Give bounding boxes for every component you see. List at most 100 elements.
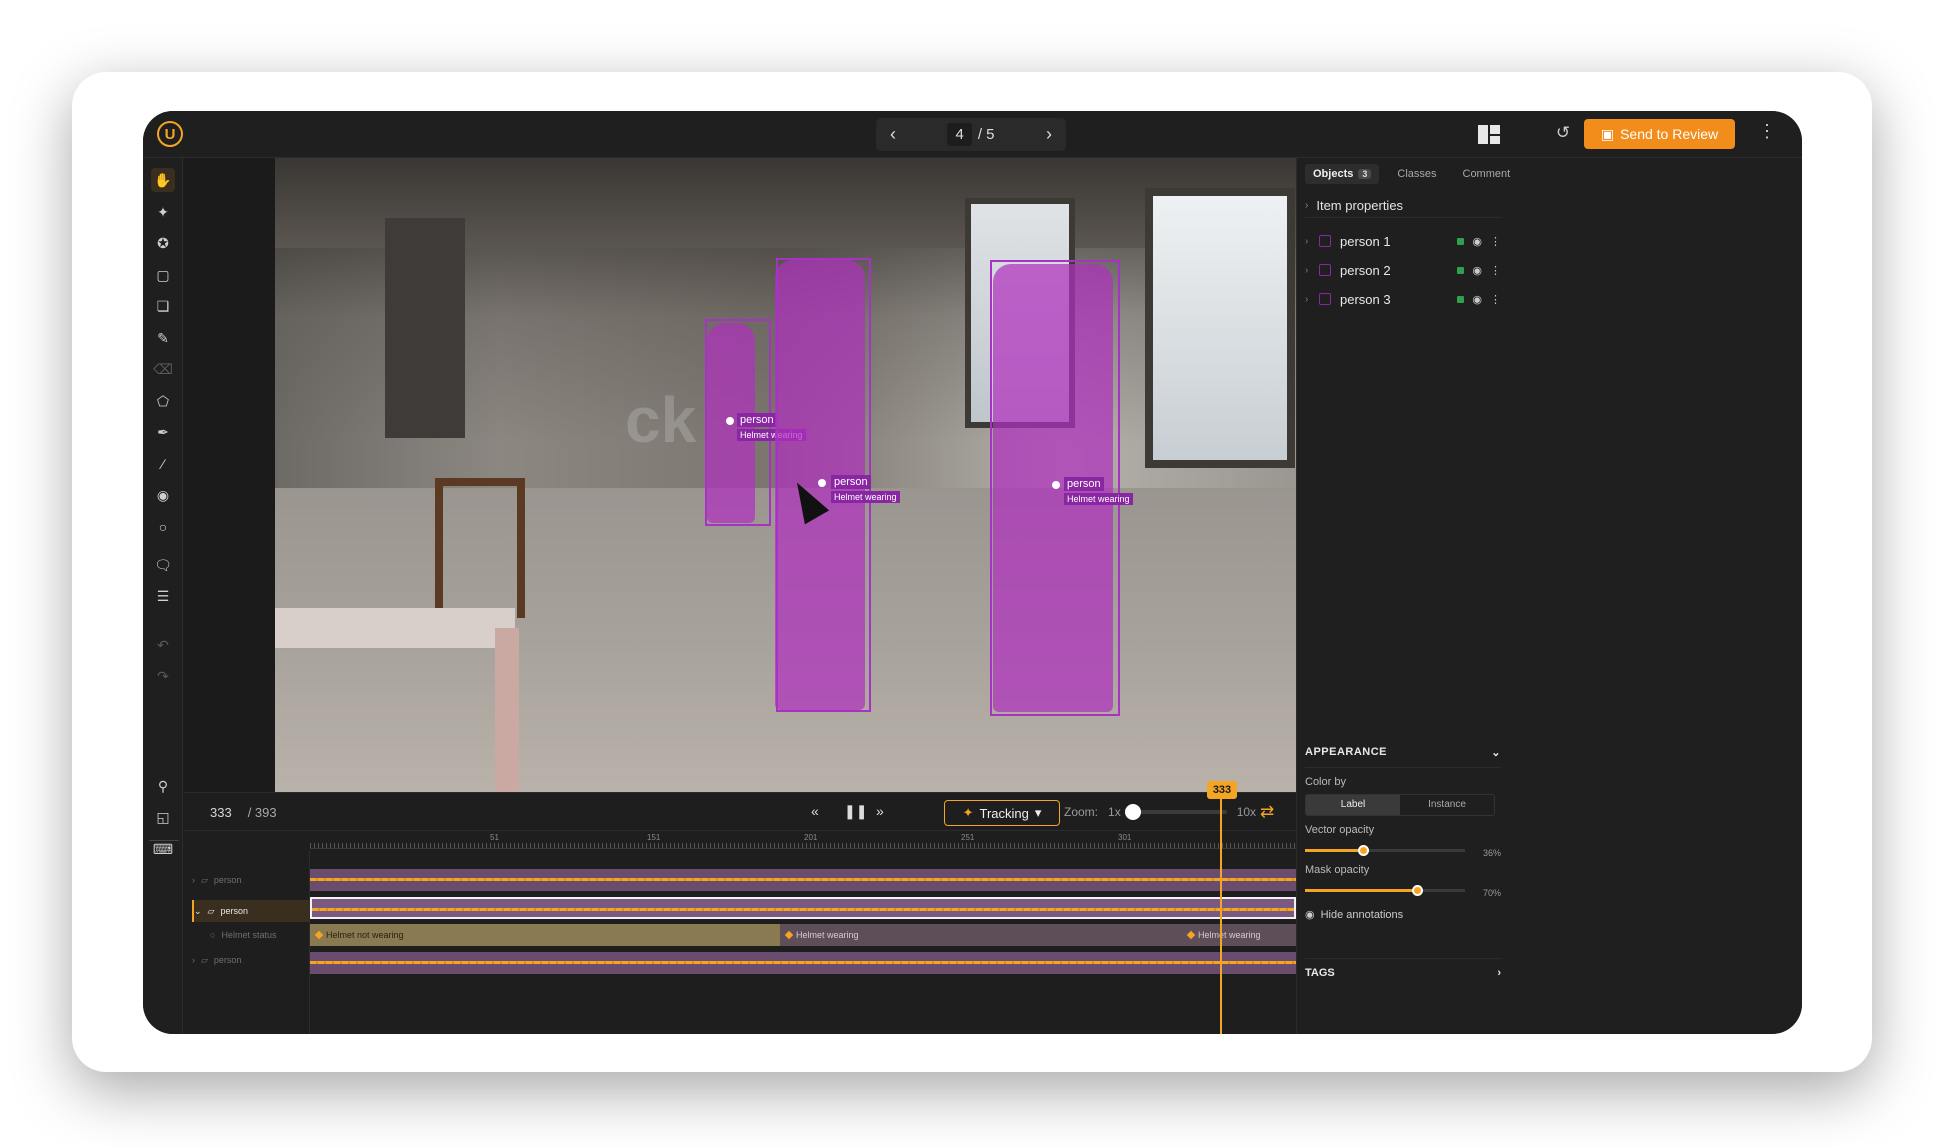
right-panel: Objects 3 Classes Comment › Item properti… (1296, 158, 1802, 1034)
annotation-canvas[interactable]: ck person Helmet wearing person Helmet w… (184, 158, 1399, 792)
frame-ruler[interactable] (310, 835, 1296, 849)
smart-select-icon[interactable]: ✪ (151, 231, 175, 255)
object-track[interactable] (310, 869, 1296, 891)
adjust-icon[interactable]: ☰ (151, 584, 175, 608)
zoom-slider[interactable] (1124, 804, 1227, 820)
chevron-down-icon: ▾ (1034, 805, 1042, 820)
polygon-icon[interactable]: ⬠ (151, 389, 175, 413)
scene-table-leg (495, 628, 519, 792)
track-label-selected[interactable]: ⌄ ▱ person (192, 900, 310, 922)
attribute-track[interactable]: Helmet not wearing Helmet wearing Helmet… (310, 924, 1296, 946)
track-label[interactable]: › ▱ person (192, 949, 310, 971)
search-icon[interactable]: ⚲ (151, 774, 175, 798)
ruler-tick: 301 (1118, 833, 1132, 842)
undo-icon[interactable]: ↶ (151, 633, 175, 657)
track-label[interactable]: › ▱ person (192, 869, 310, 891)
fast-forward-icon[interactable]: » (876, 803, 884, 819)
layout-icon[interactable] (1478, 125, 1500, 144)
chevron-down-icon: ⌄ (194, 905, 202, 916)
tab-objects[interactable]: Objects 3 (1305, 164, 1380, 184)
color-by-instance-option[interactable]: Instance (1400, 795, 1494, 815)
brush-icon[interactable]: ✎ (151, 326, 175, 350)
mask-opacity-label: Mask opacity (1305, 864, 1370, 876)
tab-comment[interactable]: Comment (1455, 164, 1519, 184)
mask-opacity-knob[interactable] (1412, 885, 1423, 896)
hand-tool-icon[interactable]: ✋ (151, 168, 175, 192)
page-indicator: 4 / 5 (947, 123, 995, 146)
object-list-item[interactable]: › person 3 ◉ ⋮ (1305, 286, 1501, 312)
eye-icon: ◉ (1305, 909, 1315, 921)
eye-icon[interactable]: ◉ (1472, 264, 1482, 277)
bounding-box-icon[interactable]: ▢ (151, 263, 175, 287)
eye-icon[interactable]: ◉ (1472, 293, 1482, 306)
eye-icon[interactable]: ◉ (1472, 235, 1482, 248)
vector-opacity-slider[interactable]: 36% (1305, 844, 1501, 858)
keyboard-icon[interactable]: ⌨ (151, 837, 175, 861)
magic-wand-icon[interactable]: ✦ (151, 200, 175, 224)
playhead[interactable] (1220, 789, 1222, 1034)
kebab-icon[interactable]: ⋮ (1490, 264, 1501, 277)
mask-opacity-fill (1305, 889, 1417, 892)
more-options-icon[interactable]: ⋮ (1758, 121, 1776, 142)
send-to-review-button[interactable]: ▣ Send to Review (1584, 119, 1735, 149)
pen-icon[interactable]: ✒ (151, 420, 175, 444)
sparkle-icon: ✦ (962, 805, 974, 820)
appearance-title: APPEARANCE (1305, 746, 1388, 758)
hide-annotations-toggle[interactable]: ◉ Hide annotations (1305, 908, 1501, 922)
frame-current[interactable]: 333 (210, 805, 232, 820)
cuboid-icon[interactable]: ❏ (151, 294, 175, 318)
vector-opacity-knob[interactable] (1357, 845, 1369, 856)
color-by-label-option[interactable]: Label (1306, 795, 1400, 815)
playhead-frame[interactable]: 333 (1207, 781, 1237, 799)
ruler-tick: 51 (490, 833, 499, 842)
tool-sidebar: ✋ ✦ ✪ ▢ ❏ ✎ ⌫ ⬠ ✒ ∕ ◉ ○ 🗨 ☰ ↶ ↷ ⚲ ◱ ⌨ (143, 158, 183, 1034)
object-label: person (1064, 477, 1104, 491)
tags-section-header[interactable]: TAGS › (1305, 958, 1501, 979)
tracking-dropdown[interactable]: ✦ Tracking ▾ (944, 800, 1060, 826)
radio-icon: ○ (210, 930, 216, 940)
redo-icon[interactable]: ↷ (151, 664, 175, 688)
kebab-icon[interactable]: ⋮ (1490, 293, 1501, 306)
pause-icon[interactable]: ❚❚ (844, 803, 867, 820)
chevron-right-icon: › (192, 955, 195, 965)
chevron-right-icon: › (1305, 264, 1309, 276)
loop-icon[interactable]: ⇄ (1260, 802, 1274, 822)
history-icon[interactable]: ↺ (1553, 123, 1573, 143)
object-list-item[interactable]: › person 1 ◉ ⋮ (1305, 228, 1501, 254)
vector-opacity-fill (1305, 849, 1363, 852)
keyframe-diamond-icon (784, 930, 794, 940)
object-track-selected[interactable] (310, 897, 1296, 919)
tab-classes[interactable]: Classes (1389, 164, 1444, 184)
object-attribute: Helmet wearing (831, 491, 900, 503)
attribute-track-label[interactable]: ○ Helmet status (192, 924, 310, 946)
mask-opacity-slider[interactable]: 70% (1305, 884, 1501, 898)
kebab-icon[interactable]: ⋮ (1490, 235, 1501, 248)
line-icon[interactable]: ∕ (151, 452, 175, 476)
attribute-segment[interactable]: Helmet not wearing (310, 924, 780, 946)
comment-icon[interactable]: 🗨 (151, 553, 175, 577)
track-label-text: person (220, 906, 248, 916)
fit-screen-icon[interactable]: ◱ (151, 805, 175, 829)
chevron-right-icon: › (1497, 967, 1501, 979)
object-track[interactable] (310, 952, 1296, 974)
object-list-item[interactable]: › person 2 ◉ ⋮ (1305, 257, 1501, 283)
attribute-segment[interactable]: Helmet wearing (1182, 924, 1296, 946)
zoom-slider-knob[interactable] (1124, 804, 1141, 820)
point-icon[interactable]: ◉ (151, 483, 175, 507)
ellipse-icon[interactable]: ○ (151, 515, 175, 539)
scene-chair (435, 478, 525, 618)
chevron-right-icon: › (1305, 200, 1309, 211)
prev-item-icon[interactable]: ‹ (890, 124, 896, 145)
zoom-min: 1x (1108, 805, 1121, 819)
track-label-text: person (213, 955, 242, 965)
item-properties-toggle[interactable]: › Item properties (1305, 194, 1501, 218)
frame-total: / 393 (247, 805, 277, 820)
next-item-icon[interactable]: › (1046, 124, 1052, 145)
scene-window (1145, 188, 1295, 468)
rewind-icon[interactable]: « (811, 803, 819, 819)
appearance-header[interactable]: APPEARANCE ⌄ (1305, 746, 1501, 768)
page-current-input[interactable]: 4 (947, 123, 972, 146)
attribute-segment[interactable]: Helmet wearing (780, 924, 1182, 946)
app-logo[interactable]: U (157, 121, 183, 147)
eraser-icon[interactable]: ⌫ (151, 357, 175, 381)
